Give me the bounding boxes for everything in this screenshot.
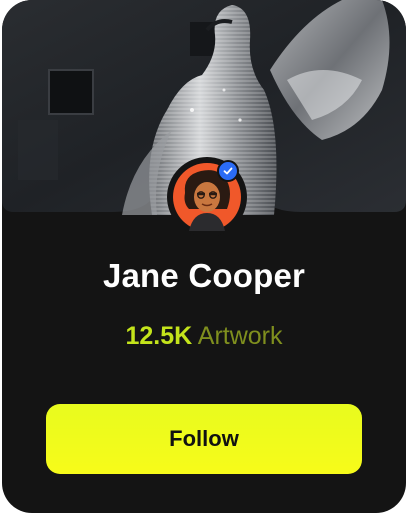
profile-card: Jane Cooper 12.5K Artwork Follow bbox=[2, 0, 406, 513]
artwork-label: Artwork bbox=[197, 322, 283, 350]
follow-button[interactable]: Follow bbox=[46, 404, 362, 474]
profile-name: Jane Cooper bbox=[102, 257, 306, 294]
verified-badge bbox=[217, 160, 239, 182]
artwork-stats: 12.5K Artwork bbox=[2, 322, 406, 351]
check-badge-icon bbox=[223, 167, 233, 175]
artwork-count: 12.5K bbox=[125, 322, 193, 350]
avatar-container[interactable] bbox=[167, 157, 247, 237]
